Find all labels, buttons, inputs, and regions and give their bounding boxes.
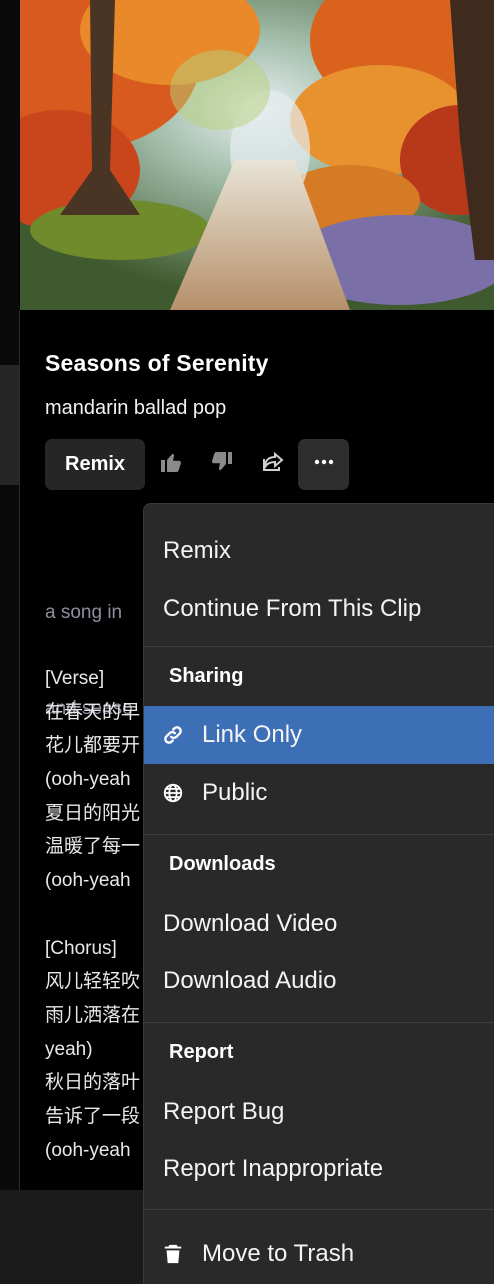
song-tags[interactable]: mandarin ballad pop [45, 397, 226, 420]
share-button[interactable] [247, 439, 298, 490]
menu-item-label: Link Only [202, 721, 303, 748]
lyric-line: 风儿轻轻吹 [45, 971, 141, 993]
menu-item-label: Continue From This Clip [163, 595, 422, 622]
menu-item-label: Report Bug [163, 1098, 285, 1125]
link-icon [162, 724, 184, 746]
menu-section-report: Report [169, 1041, 234, 1063]
lyric-line: 温暖了每一 [45, 836, 141, 858]
menu-item-label: Public [202, 779, 268, 806]
lyric-line: 花儿都要开 [45, 735, 141, 757]
lyric-line: [Chorus] [45, 937, 117, 959]
lyric-line: (ooh-yeah [45, 769, 131, 791]
lyric-line: 在春天的早 [45, 701, 141, 723]
menu-item-label: Download Audio [163, 967, 337, 994]
lyric-line: yeah) [45, 1038, 93, 1060]
lyric-line: 雨儿洒落在 [45, 1004, 141, 1026]
menu-divider [144, 834, 494, 835]
globe-icon [162, 782, 184, 804]
menu-item-label: Report Inappropriate [163, 1155, 384, 1182]
menu-divider [144, 1209, 494, 1210]
action-bar: Remix [45, 439, 350, 490]
menu-item-continue[interactable]: Continue From This Clip [144, 580, 494, 638]
remix-button[interactable]: Remix [45, 439, 146, 490]
menu-item-label: Download Video [163, 910, 338, 937]
left-sidebar-strip [0, 0, 19, 1284]
menu-item-download-audio[interactable]: Download Audio [144, 952, 494, 1010]
menu-section-downloads: Downloads [169, 853, 276, 875]
lyrics: [Verse] 在春天的早 花儿都要开 (ooh-yeah 夏日的阳光 温暖了每… [45, 662, 145, 1167]
more-options-button[interactable] [298, 439, 350, 490]
menu-item-public[interactable]: Public [144, 764, 494, 822]
lyric-line: (ooh-yeah [45, 1139, 131, 1161]
menu-item-download-video[interactable]: Download Video [144, 895, 494, 953]
song-title: Seasons of Serenity [45, 350, 269, 376]
menu-item-report-inappropriate[interactable]: Report Inappropriate [144, 1140, 494, 1198]
menu-section-sharing: Sharing [169, 665, 244, 687]
menu-item-label: Move to Trash [202, 1240, 355, 1267]
more-icon [312, 450, 336, 479]
menu-divider [144, 1022, 494, 1023]
lyric-line: [Verse] [45, 668, 105, 689]
menu-item-label: Remix [163, 537, 232, 564]
lyric-line: 告诉了一段 [45, 1105, 141, 1127]
sidebar-selected-item[interactable] [0, 365, 19, 485]
lyric-line: 秋日的落叶 [45, 1072, 141, 1094]
menu-item-link-only[interactable]: Link Only [144, 706, 494, 764]
description-line: a song in [45, 602, 123, 623]
song-detail-page: Seasons of Serenity mandarin ballad pop … [0, 0, 494, 1284]
trash-icon [162, 1243, 184, 1265]
thumbs-up-icon [159, 450, 183, 479]
menu-item-remix[interactable]: Remix [144, 522, 494, 580]
like-button[interactable] [145, 439, 196, 490]
lyric-line: (ooh-yeah [45, 870, 131, 892]
menu-item-report-bug[interactable]: Report Bug [144, 1083, 494, 1141]
menu-item-move-to-trash[interactable]: Move to Trash [144, 1225, 494, 1283]
options-menu: Remix Continue From This Clip Sharing Li… [143, 503, 494, 1284]
menu-divider [144, 646, 494, 647]
content-divider [19, 310, 20, 1190]
lyric-line: 夏日的阳光 [45, 802, 141, 824]
share-icon [261, 450, 285, 479]
cover-artwork [20, 0, 494, 310]
dislike-button[interactable] [196, 439, 247, 490]
lyric-line [45, 898, 145, 932]
thumbs-down-icon [210, 450, 234, 479]
